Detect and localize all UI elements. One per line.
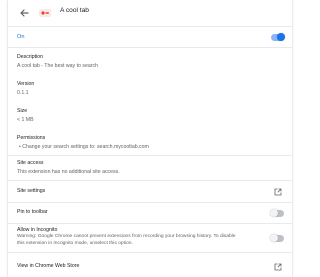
description-label: Description [17, 54, 43, 60]
size-label: Size [17, 108, 28, 114]
on-label: On [17, 34, 25, 40]
description-value: A cool tab - The best way to search [17, 63, 98, 69]
web-store-row[interactable]: View in Chrome Web Store [8, 253, 292, 277]
bullet-icon: • [19, 144, 21, 150]
incognito-warning-line1: Warning: Google Chrome cannot prevent ex… [17, 234, 236, 239]
toggle-knob [270, 209, 278, 217]
permission-item: • Change your search settings to: search… [19, 144, 149, 150]
open-in-new-icon[interactable] [274, 263, 282, 271]
version-value: 0.1.1 [17, 90, 29, 96]
size-value: < 1 MB [17, 117, 34, 123]
open-in-new-icon[interactable] [274, 188, 282, 196]
on-row: On [8, 31, 292, 43]
site-settings-row[interactable]: Site settings [8, 181, 292, 202]
pin-to-toolbar-toggle[interactable] [270, 209, 284, 217]
toggle-knob [277, 33, 285, 41]
pin-to-toolbar-label: Pin to toolbar [17, 209, 48, 215]
extension-logo-icon [39, 9, 51, 17]
site-access-label: Site access [17, 160, 44, 166]
incognito-toggle[interactable] [270, 234, 284, 242]
pin-to-toolbar-row: Pin to toolbar [8, 203, 292, 223]
incognito-label: Allow in Incognito [17, 227, 58, 233]
back-arrow-icon[interactable] [18, 7, 30, 19]
extension-title: A cool tab [60, 7, 89, 14]
extension-details-card: A cool tab On Description A cool tab - T… [8, 0, 292, 277]
header-divider [8, 26, 292, 27]
version-label: Version [17, 81, 35, 87]
permission-text: Change your search settings to: search.m… [22, 144, 149, 150]
toggle-knob [270, 234, 278, 242]
divider [8, 47, 292, 48]
permissions-label: Permissions [17, 135, 46, 141]
enable-toggle[interactable] [271, 33, 285, 41]
site-access-value: This extension has no additional site ac… [17, 169, 120, 175]
divider [8, 223, 292, 224]
header: A cool tab [8, 0, 292, 26]
site-settings-label: Site settings [17, 188, 46, 194]
divider [8, 155, 292, 156]
web-store-label: View in Chrome Web Store [17, 263, 80, 269]
incognito-warning-line2: this extension in Incognito mode, unsele… [17, 241, 133, 246]
